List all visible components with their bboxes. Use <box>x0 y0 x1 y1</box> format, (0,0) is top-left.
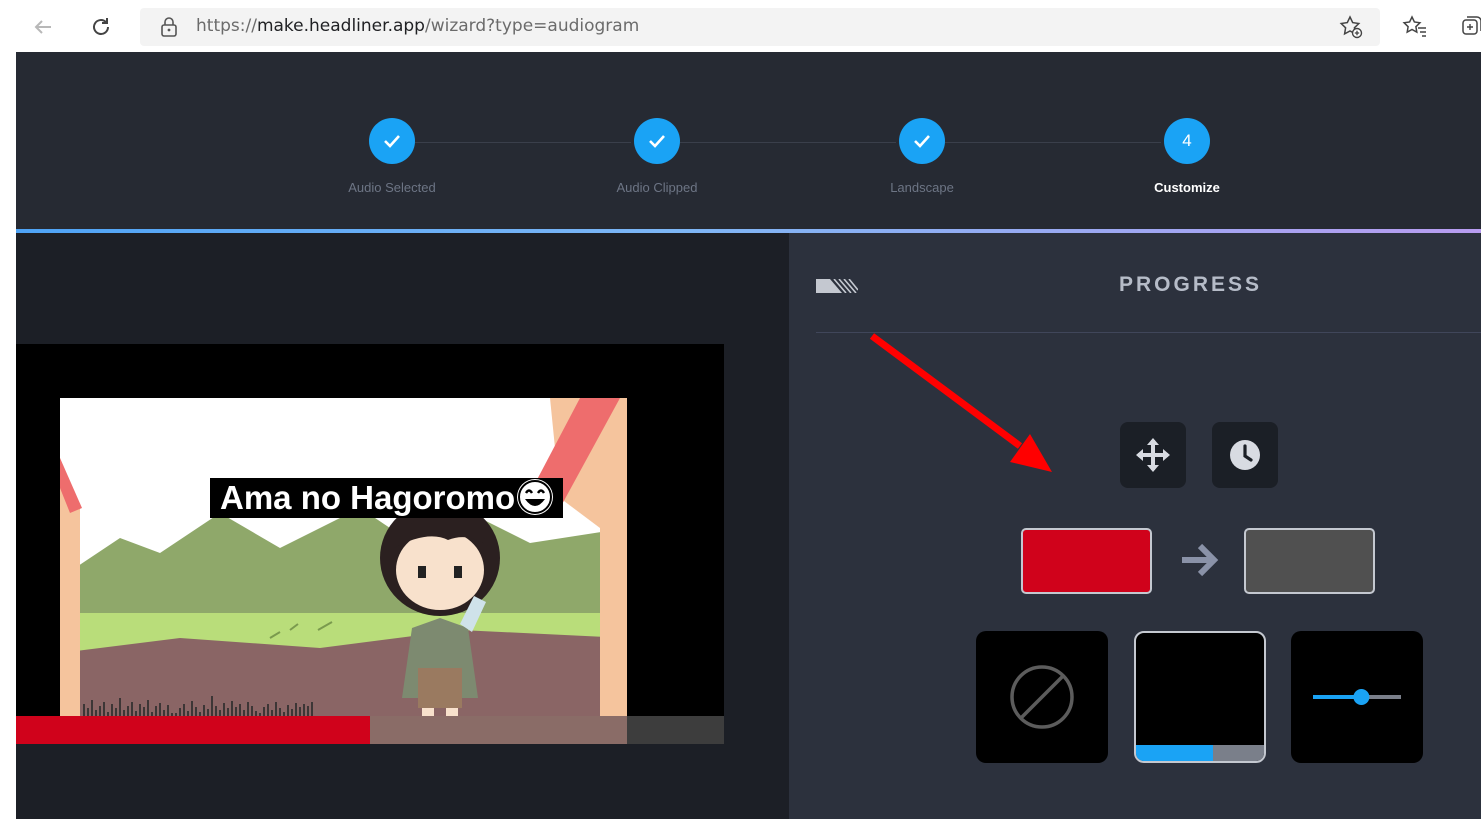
annotation-arrow <box>869 333 1052 472</box>
